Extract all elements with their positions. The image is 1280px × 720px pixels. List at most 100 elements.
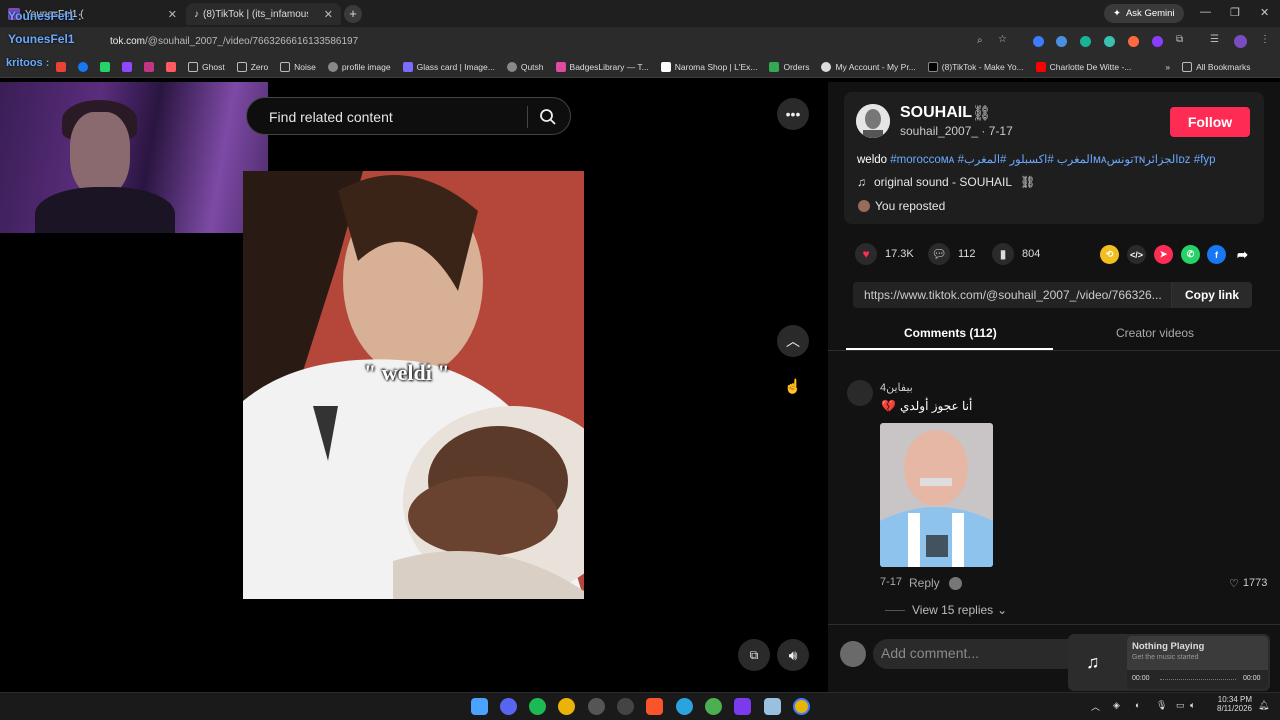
tab-comments[interactable]: Comments (112): [904, 326, 997, 340]
obs-icon[interactable]: [588, 698, 605, 715]
like-button[interactable]: ♥ 17.3K: [855, 243, 914, 265]
commenter-avatar[interactable]: [847, 380, 873, 406]
app-icon[interactable]: [734, 698, 751, 715]
app-icon[interactable]: [705, 698, 722, 715]
more-bookmarks-icon[interactable]: »: [1165, 62, 1170, 72]
bookmark-star-icon[interactable]: ☆: [998, 34, 1007, 45]
app-icon[interactable]: [764, 698, 781, 715]
comment-username[interactable]: بيفاين4: [880, 381, 913, 394]
send-icon[interactable]: ➤: [1154, 245, 1173, 264]
save-button[interactable]: ▮ 804: [992, 243, 1040, 265]
next-video-button[interactable]: ☝: [777, 370, 809, 402]
bookmark-ghost[interactable]: Ghost: [188, 61, 225, 72]
repost-icon[interactable]: ⟲: [1100, 245, 1119, 264]
clock[interactable]: 10:34 PM 8/11/2026: [1208, 695, 1252, 713]
bookmark-icon-instagram[interactable]: [144, 61, 154, 72]
zoom-icon[interactable]: ⌕: [977, 35, 983, 46]
comment-like-button[interactable]: ♡ 1773: [1229, 577, 1267, 590]
author-avatar[interactable]: [856, 104, 890, 138]
extension-icon[interactable]: [1033, 36, 1044, 47]
copy-link-button[interactable]: Copy link: [1171, 282, 1252, 308]
share-link-text[interactable]: https://www.tiktok.com/@souhail_2007_/vi…: [864, 288, 1169, 302]
notification-icon[interactable]: 🔔︎: [1258, 700, 1269, 711]
view-replies-button[interactable]: View 15 replies ⌄: [912, 603, 1007, 617]
extension-icon[interactable]: [1104, 36, 1115, 47]
favicon-icon: [555, 61, 566, 72]
reply-button[interactable]: Reply: [909, 576, 940, 590]
follow-button[interactable]: Follow: [1170, 107, 1250, 137]
more-options-button[interactable]: •••: [777, 98, 809, 130]
menu-icon[interactable]: ⋮: [1260, 34, 1270, 45]
close-icon[interactable]: ✕: [168, 8, 177, 21]
previous-video-button[interactable]: ︿: [777, 325, 809, 357]
tab-creator-videos[interactable]: Creator videos: [1116, 326, 1194, 340]
chrome-icon[interactable]: [793, 698, 810, 715]
bookmark-icon-airbnb[interactable]: [166, 61, 176, 72]
bookmark-noise[interactable]: Noise: [280, 61, 316, 72]
reading-list-icon[interactable]: ☰: [1210, 34, 1219, 45]
extension-icon[interactable]: [1080, 36, 1091, 47]
brave-icon[interactable]: [646, 698, 663, 715]
tray-chevron-icon[interactable]: ︿: [1091, 700, 1100, 713]
close-window-icon[interactable]: ✕: [1260, 6, 1269, 19]
bookmark-charlotte[interactable]: Charlotte De Witte -...: [1035, 61, 1131, 72]
clock-time: 10:34 PM: [1217, 695, 1252, 704]
bookmark-zero[interactable]: Zero: [236, 61, 269, 72]
extensions-puzzle-icon[interactable]: ⧉: [1176, 34, 1183, 45]
spotify-icon[interactable]: [529, 698, 546, 715]
network-icon[interactable]: ▭: [1176, 700, 1185, 711]
author-handle[interactable]: souhail_2007_ · 7-17: [900, 124, 1013, 138]
sound-link[interactable]: ♫ original sound - SOUHAIL ⛓: [857, 175, 1035, 189]
bookmark-naroma[interactable]: Naroma Shop | L'Ex...: [660, 61, 757, 72]
bookmark-label: Zero: [250, 61, 269, 72]
bookmark-badgeslibrary[interactable]: BadgesLibrary — T...: [555, 61, 649, 72]
comment-image[interactable]: [880, 423, 993, 567]
chrome-icon[interactable]: [558, 698, 575, 715]
bookmark-qutsh[interactable]: Qutsh: [506, 61, 544, 72]
author-name[interactable]: SOUHAIL: [900, 104, 972, 122]
pip-button[interactable]: ⧉: [738, 639, 770, 671]
all-bookmarks[interactable]: All Bookmarks: [1182, 61, 1250, 72]
bookmark-icon-facebook[interactable]: [78, 61, 88, 72]
ask-gemini-button[interactable]: ✦ Ask Gemini: [1104, 4, 1184, 23]
discord-icon[interactable]: [500, 698, 517, 715]
profile-avatar[interactable]: [1234, 35, 1247, 48]
extension-icon[interactable]: [1152, 36, 1163, 47]
comment-button[interactable]: 💬︎ 112: [928, 243, 976, 265]
bookmark-icon-gmail[interactable]: [56, 61, 66, 72]
search-input[interactable]: Find related content: [246, 97, 571, 135]
bookmark-tiktok[interactable]: (8)TikTok - Make Yo...: [927, 61, 1024, 72]
time-start: 00:00: [1132, 675, 1150, 682]
whatsapp-icon[interactable]: ✆: [1181, 245, 1200, 264]
bookmark-icon-twitch[interactable]: [122, 61, 132, 72]
bookmark-my-account[interactable]: My Account - My Pr...: [821, 61, 916, 72]
tray-app-icon[interactable]: ◐: [1135, 700, 1140, 710]
new-tab-button[interactable]: +: [344, 5, 362, 23]
extension-icon[interactable]: [1128, 36, 1139, 47]
bookmark-profile-image[interactable]: profile image: [327, 61, 391, 72]
search-icon[interactable]: [539, 108, 557, 126]
browser-tab-active[interactable]: ♪ (8)TikTok | (its_infamous@) كريم ✕: [186, 3, 341, 25]
volume-icon[interactable]: 🔈︎: [1190, 700, 1195, 711]
extension-icon[interactable]: [1056, 36, 1067, 47]
comment-input[interactable]: Add comment...: [873, 639, 1083, 669]
bookmark-label: (8)TikTok - Make Yo...: [941, 61, 1024, 72]
share-arrow-icon[interactable]: ➦: [1233, 245, 1252, 264]
url-field[interactable]: tok.com/@souhail_2007_/video/76632666161…: [110, 32, 358, 51]
bookmark-orders[interactable]: Orders: [769, 61, 809, 72]
maximize-icon[interactable]: ❐: [1230, 6, 1240, 19]
windows-start-icon[interactable]: [471, 698, 488, 715]
progress-track[interactable]: [1160, 679, 1236, 680]
embed-icon[interactable]: </>: [1127, 245, 1146, 264]
close-icon[interactable]: ✕: [324, 8, 333, 21]
bookmark-glass-card[interactable]: Glass card | Image...: [402, 61, 495, 72]
volume-button[interactable]: 🔊︎: [777, 639, 809, 671]
minimize-icon[interactable]: —: [1200, 6, 1211, 18]
facebook-icon[interactable]: f: [1207, 245, 1226, 264]
telegram-icon[interactable]: [676, 698, 693, 715]
tray-discord-icon[interactable]: ◈: [1113, 700, 1120, 711]
app-icon[interactable]: [617, 698, 634, 715]
bookmark-icon-chat[interactable]: [100, 61, 110, 72]
microphone-icon[interactable]: 🎙︎: [1156, 700, 1167, 711]
hashtag-links[interactable]: #moroccoᴍᴀ #المغرب #اكسبلور #المغربᴍᴀتون…: [890, 154, 1215, 166]
